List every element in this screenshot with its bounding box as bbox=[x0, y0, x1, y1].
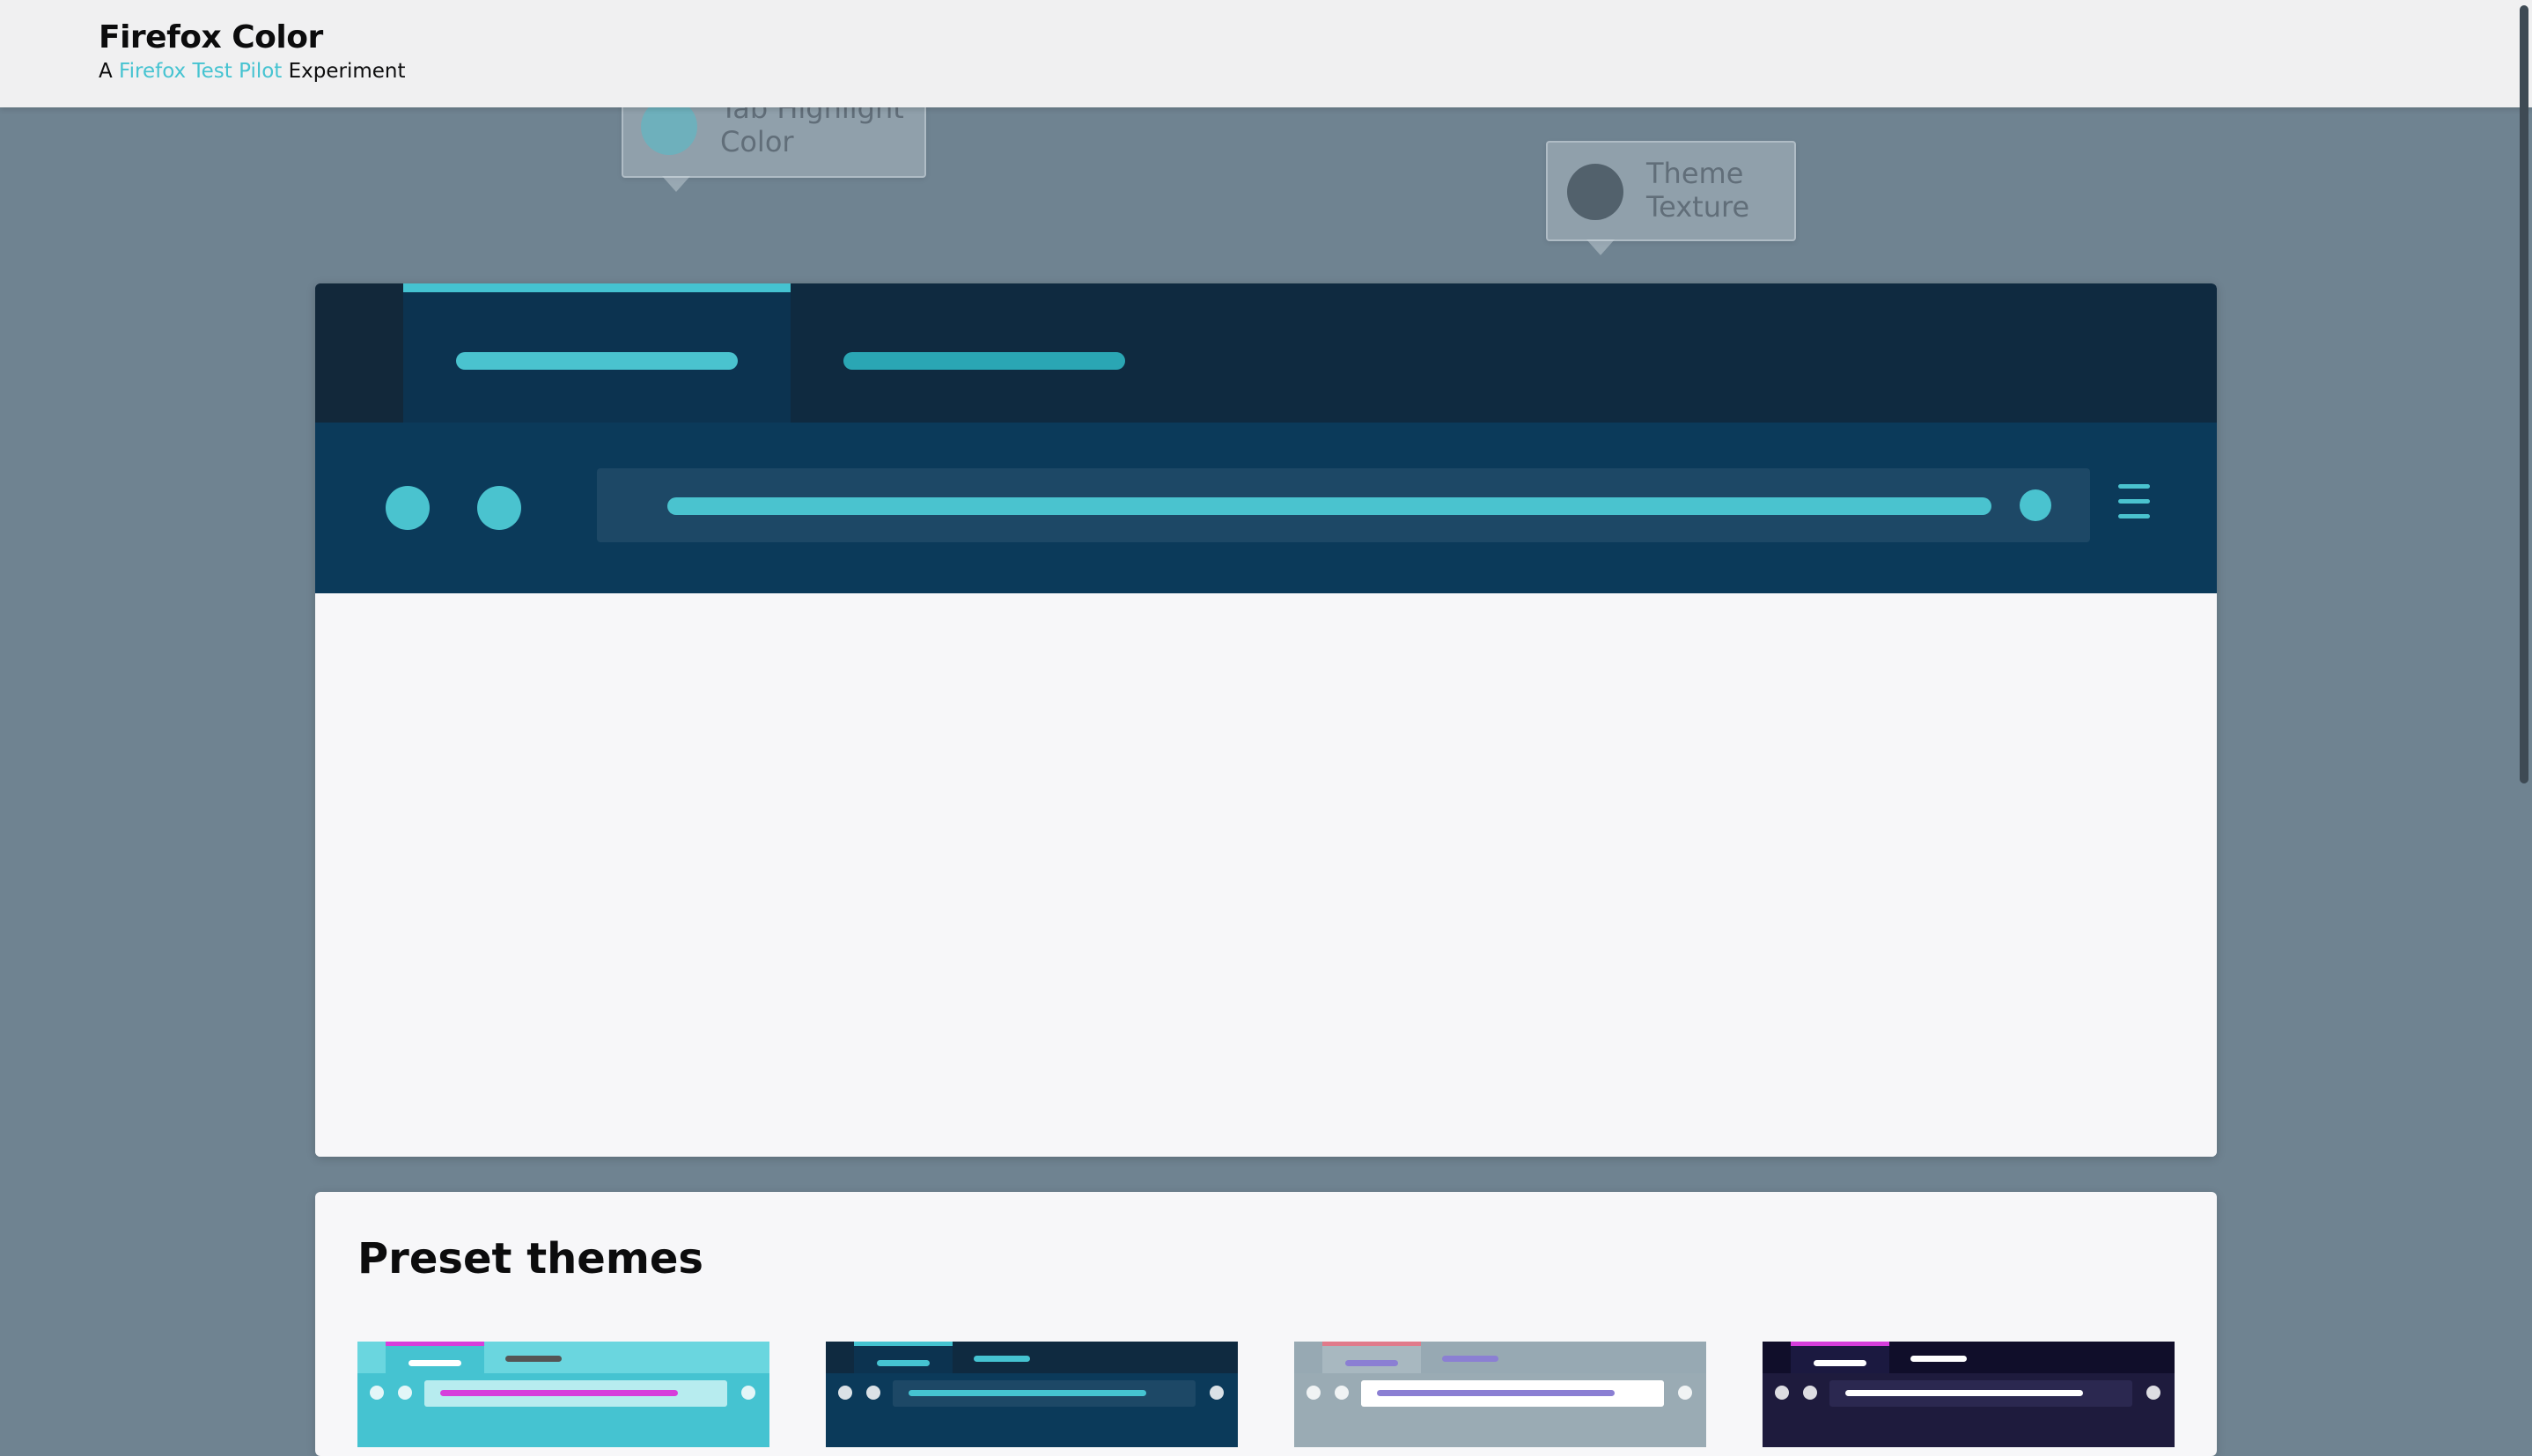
tooltip-line: Texture bbox=[1646, 190, 1750, 224]
back-button-icon[interactable] bbox=[386, 486, 430, 530]
tab-strip-spacer bbox=[315, 283, 403, 423]
app-header: Firefox Color A Firefox Test Pilot Exper… bbox=[0, 0, 2532, 107]
theme-thumb-urlbar bbox=[424, 1380, 727, 1407]
theme-thumb-active-tab bbox=[386, 1342, 484, 1373]
theme-thumb-dot-icon bbox=[1210, 1386, 1224, 1400]
theme-thumb-tab-line bbox=[1910, 1356, 1967, 1362]
theme-thumb-tab-line bbox=[505, 1356, 562, 1362]
theme-thumb-dot-icon bbox=[1678, 1386, 1692, 1400]
theme-thumb-toolbar bbox=[1294, 1373, 1706, 1447]
preset-theme-card[interactable] bbox=[826, 1342, 1238, 1447]
theme-thumb-toolbar bbox=[357, 1373, 769, 1447]
inactive-tab-title-line[interactable] bbox=[843, 352, 1125, 370]
theme-thumb-active-tab bbox=[1791, 1342, 1889, 1373]
theme-thumb-tab-line bbox=[974, 1356, 1030, 1362]
theme-thumb-tab-line bbox=[1814, 1360, 1866, 1366]
url-bar[interactable] bbox=[597, 468, 2090, 542]
theme-thumb-tab-line bbox=[1345, 1360, 1398, 1366]
theme-thumb-url-line bbox=[1845, 1390, 2083, 1396]
scrollbar-thumb[interactable] bbox=[2520, 5, 2528, 783]
theme-thumb-dot-icon bbox=[838, 1386, 852, 1400]
theme-thumb-url-line bbox=[440, 1390, 678, 1396]
page-scrollbar[interactable] bbox=[2516, 0, 2532, 1400]
theme-thumb-active-tab bbox=[854, 1342, 953, 1373]
browser-theme-preview bbox=[315, 283, 2217, 1157]
preset-themes-title: Preset themes bbox=[357, 1234, 703, 1283]
theme-texture-label: Theme Texture bbox=[1646, 157, 1749, 224]
theme-thumb-url-line bbox=[909, 1390, 1146, 1396]
active-tab-title-line bbox=[456, 352, 738, 370]
theme-texture-swatch[interactable] bbox=[1567, 164, 1623, 220]
theme-thumb-dot-icon bbox=[866, 1386, 880, 1400]
theme-thumb-urlbar bbox=[1829, 1380, 2132, 1407]
theme-texture-tooltip[interactable]: Theme Texture bbox=[1546, 141, 1796, 255]
theme-thumb-tab-line bbox=[409, 1360, 461, 1366]
tooltip-pointer bbox=[1586, 239, 1615, 255]
theme-thumb-tabstrip bbox=[357, 1342, 769, 1373]
tooltip-pointer bbox=[662, 176, 690, 192]
tab-strip[interactable] bbox=[315, 283, 2217, 423]
preset-theme-card[interactable] bbox=[357, 1342, 769, 1447]
page-content-area bbox=[315, 593, 2217, 1157]
theme-thumb-active-tab bbox=[1322, 1342, 1421, 1373]
theme-thumb-tabstrip bbox=[1763, 1342, 2175, 1373]
theme-thumb-dot-icon bbox=[2146, 1386, 2160, 1400]
app-title[interactable]: Firefox Color bbox=[99, 19, 323, 55]
theme-thumb-dot-icon bbox=[1803, 1386, 1817, 1400]
preset-themes-panel: Preset themes bbox=[315, 1192, 2217, 1456]
theme-thumb-dot-icon bbox=[1335, 1386, 1349, 1400]
theme-thumb-toolbar bbox=[1763, 1373, 2175, 1447]
tooltip-line: Color bbox=[720, 125, 794, 158]
forward-button-icon[interactable] bbox=[477, 486, 521, 530]
test-pilot-link[interactable]: Firefox Test Pilot bbox=[119, 60, 282, 83]
theme-thumb-dot-icon bbox=[1775, 1386, 1789, 1400]
theme-thumb-toolbar bbox=[826, 1373, 1238, 1447]
browser-toolbar[interactable] bbox=[315, 423, 2217, 593]
hamburger-menu-icon[interactable] bbox=[2118, 484, 2150, 519]
theme-thumb-tab-line bbox=[877, 1360, 930, 1366]
subtitle-prefix: A bbox=[99, 60, 120, 83]
tooltip-line: Theme bbox=[1646, 157, 1744, 190]
url-bar-dot-icon[interactable] bbox=[2020, 489, 2051, 521]
theme-thumb-tabstrip bbox=[826, 1342, 1238, 1373]
active-tab[interactable] bbox=[403, 283, 791, 423]
theme-thumb-tabstrip bbox=[1294, 1342, 1706, 1373]
theme-thumb-dot-icon bbox=[741, 1386, 755, 1400]
app-subtitle: A Firefox Test Pilot Experiment bbox=[99, 60, 406, 83]
theme-thumb-dot-icon bbox=[398, 1386, 412, 1400]
theme-thumb-url-line bbox=[1377, 1390, 1615, 1396]
subtitle-suffix: Experiment bbox=[282, 60, 406, 83]
theme-thumb-dot-icon bbox=[1306, 1386, 1321, 1400]
preset-theme-card[interactable] bbox=[1294, 1342, 1706, 1447]
theme-thumb-urlbar bbox=[893, 1380, 1196, 1407]
theme-thumb-dot-icon bbox=[370, 1386, 384, 1400]
url-text-line bbox=[667, 497, 1991, 515]
theme-thumb-urlbar bbox=[1361, 1380, 1664, 1407]
theme-thumb-tab-line bbox=[1442, 1356, 1498, 1362]
preset-theme-card[interactable] bbox=[1763, 1342, 2175, 1447]
